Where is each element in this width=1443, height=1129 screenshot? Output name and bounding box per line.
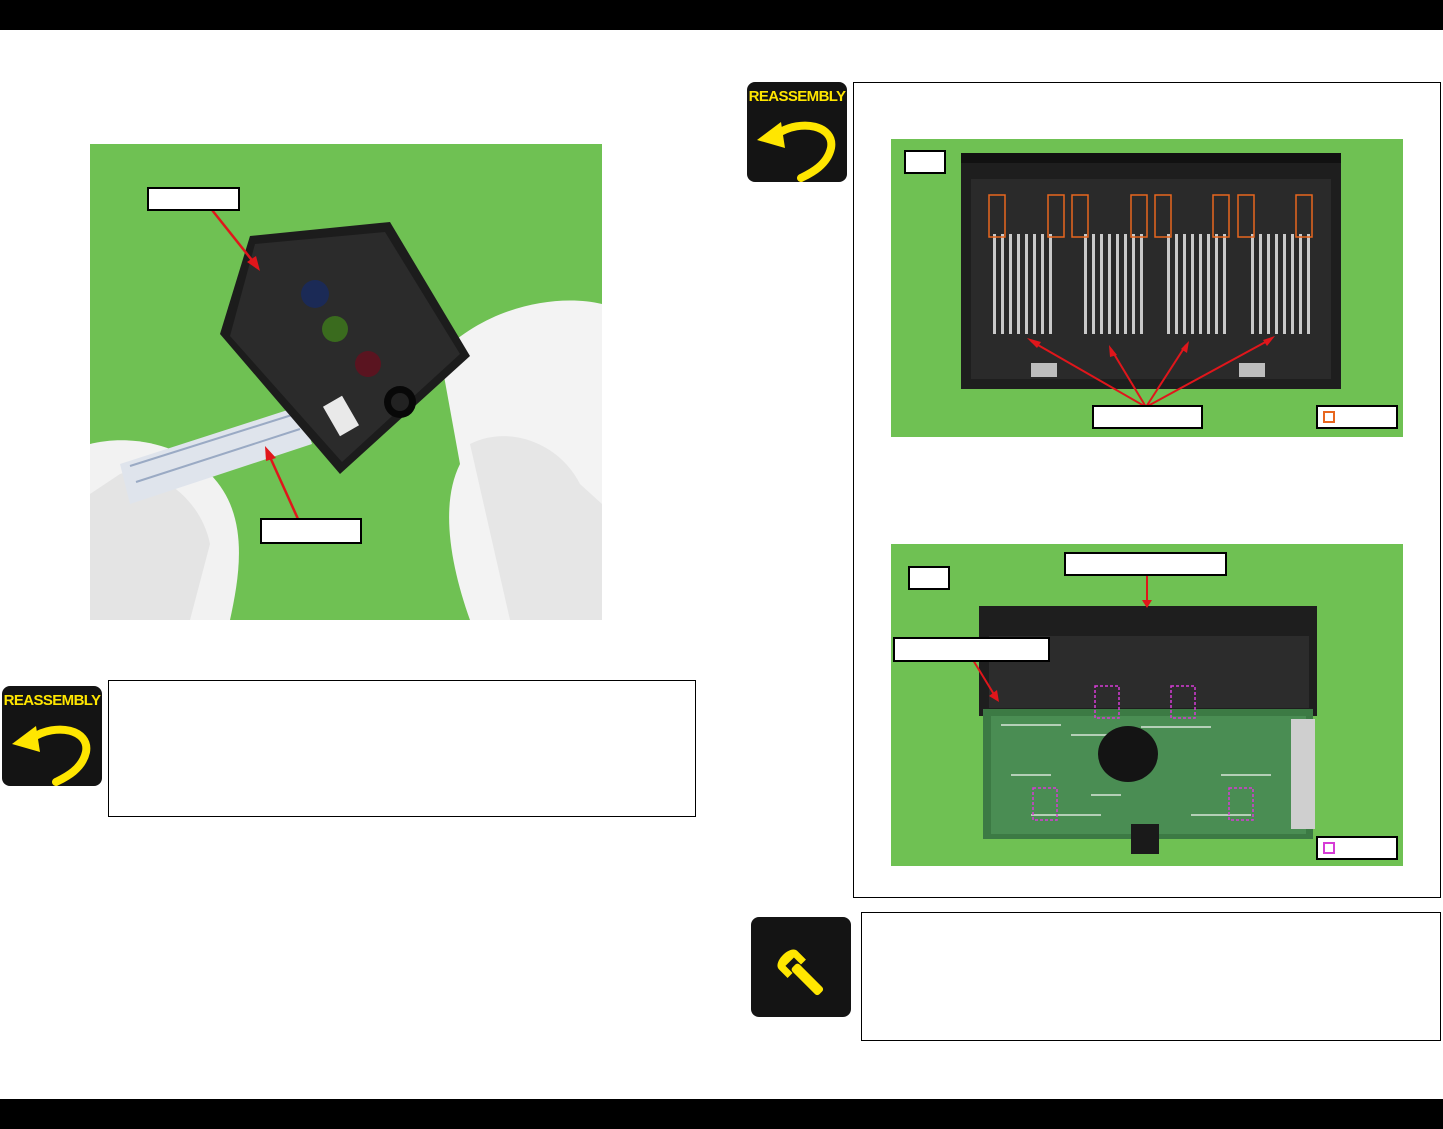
- holder-top-legend: [1316, 405, 1398, 429]
- reassembly-arrow-icon: [12, 725, 91, 786]
- adjustment-icon: [751, 917, 851, 1017]
- printhead-callout-bottom: [260, 518, 362, 544]
- legend-orange-square-icon: [1323, 411, 1335, 423]
- reassembly-arrow-icon: [757, 121, 836, 182]
- holder-top-photo: [891, 139, 1403, 437]
- reassembly-icon: REASSEMBLY: [2, 686, 102, 786]
- wrench-icon: [777, 949, 824, 996]
- printhead-callout-top: [147, 187, 240, 211]
- legend-magenta-square-icon: [1323, 842, 1335, 854]
- reassembly-note-box: [108, 680, 696, 817]
- holder-bottom-callout-left: [893, 637, 1050, 662]
- holder-bottom-tag: [908, 566, 950, 590]
- header-bar: [0, 0, 1443, 30]
- reassembly-icon-right: REASSEMBLY: [747, 82, 847, 182]
- footer-bar: [0, 1099, 1443, 1129]
- printhead-photo: [90, 144, 602, 620]
- holder-bottom-photo: [891, 544, 1403, 866]
- holder-top-tag: [904, 150, 946, 174]
- holder-bottom-legend: [1316, 836, 1398, 860]
- holder-top-callout: [1092, 405, 1203, 429]
- holder-bottom-callout-top: [1064, 552, 1227, 576]
- adjustment-note-box: [861, 912, 1441, 1041]
